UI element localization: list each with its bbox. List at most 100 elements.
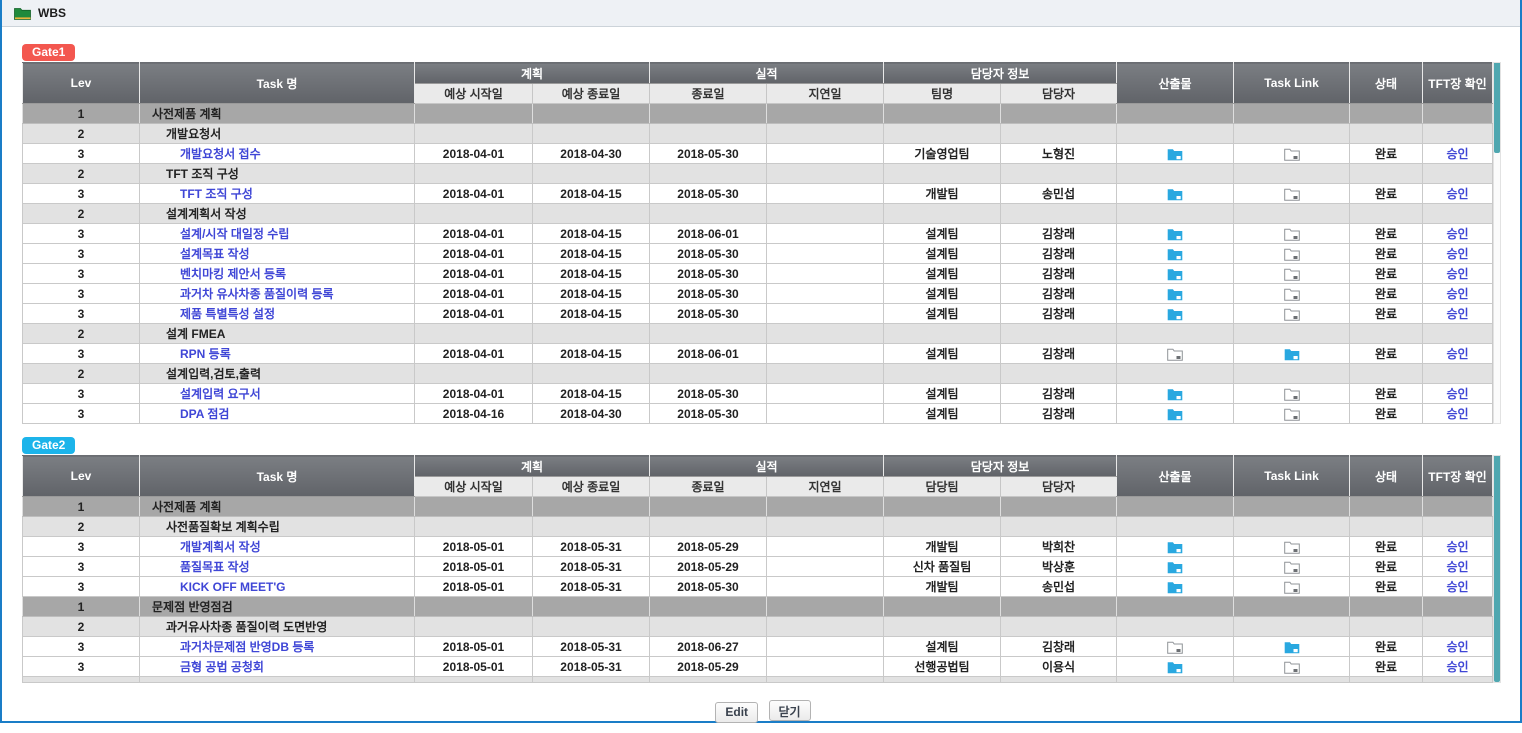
task-name-link[interactable]: 금형 공법 공청회 bbox=[180, 660, 264, 674]
task-link-folder-empty-icon[interactable] bbox=[1284, 661, 1300, 674]
status-cell bbox=[1350, 124, 1423, 144]
tft-confirm-link[interactable]: 승인 bbox=[1446, 560, 1468, 574]
lev-cell: 2 bbox=[23, 364, 140, 384]
task-link-folder-empty-icon[interactable] bbox=[1284, 541, 1300, 554]
task-name-link[interactable]: 제품 특별특성 설정 bbox=[180, 307, 275, 321]
task-link-folder-empty-icon[interactable] bbox=[1284, 228, 1300, 241]
task-link-folder-icon[interactable] bbox=[1284, 348, 1300, 361]
task-name-link[interactable]: 과거차문제점 반영DB 등록 bbox=[180, 640, 314, 654]
output-folder-empty-icon[interactable] bbox=[1167, 348, 1183, 361]
team-cell bbox=[884, 597, 1001, 617]
task-name-link[interactable]: 과거차 유사차종 품질이력 등록 bbox=[180, 287, 334, 301]
tft-confirm-link[interactable]: 승인 bbox=[1446, 147, 1468, 161]
tft-confirm-link[interactable]: 승인 bbox=[1446, 187, 1468, 201]
task-name-link[interactable]: 설계입력 요구서 bbox=[180, 387, 261, 401]
tft-confirm-link[interactable]: 승인 bbox=[1446, 640, 1468, 654]
scrollbar-thumb[interactable] bbox=[1494, 63, 1500, 153]
tft-confirm-link[interactable]: 승인 bbox=[1446, 407, 1468, 421]
output-folder-icon[interactable] bbox=[1167, 248, 1183, 261]
output-folder-icon[interactable] bbox=[1167, 268, 1183, 281]
tft-confirm-link[interactable]: 승인 bbox=[1446, 287, 1468, 301]
team-cell: 설계팀 bbox=[884, 264, 1001, 284]
output-folder-icon[interactable] bbox=[1167, 188, 1183, 201]
task-name-link[interactable]: 설계/시작 대일정 수립 bbox=[180, 227, 289, 241]
output-folder-icon[interactable] bbox=[1167, 308, 1183, 321]
task-link-folder-empty-icon[interactable] bbox=[1284, 308, 1300, 321]
status-cell bbox=[1350, 497, 1423, 517]
task-name-cell: KICK OFF MEET'G bbox=[140, 577, 415, 597]
task-name-link[interactable]: 품질목표 작성 bbox=[180, 560, 250, 574]
col-header-plan-end: 예상 종료일 bbox=[533, 84, 650, 104]
empty-cell bbox=[415, 677, 533, 683]
task-link-folder-empty-icon[interactable] bbox=[1284, 408, 1300, 421]
task-name-cell: 설계 FMEA bbox=[140, 324, 415, 344]
output-folder-icon[interactable] bbox=[1167, 661, 1183, 674]
delay-cell bbox=[767, 324, 884, 344]
task-link-folder-empty-icon[interactable] bbox=[1284, 248, 1300, 261]
tft-confirm-link[interactable]: 승인 bbox=[1446, 267, 1468, 281]
output-cell bbox=[1117, 657, 1234, 677]
delay-cell bbox=[767, 144, 884, 164]
output-folder-icon[interactable] bbox=[1167, 228, 1183, 241]
task-name-cell: 개발요청서 접수 bbox=[140, 144, 415, 164]
tft-confirm-link[interactable]: 승인 bbox=[1446, 307, 1468, 321]
delay-cell bbox=[767, 124, 884, 144]
task-name-link[interactable]: TFT 조직 구성 bbox=[180, 187, 253, 201]
vertical-scrollbar[interactable] bbox=[1493, 455, 1501, 683]
output-folder-icon[interactable] bbox=[1167, 288, 1183, 301]
output-folder-icon[interactable] bbox=[1167, 148, 1183, 161]
close-button[interactable]: 닫기 bbox=[769, 700, 811, 721]
tft-confirm-link[interactable]: 승인 bbox=[1446, 660, 1468, 674]
task-name-link[interactable]: KICK OFF MEET'G bbox=[180, 580, 286, 594]
tft-confirm-link[interactable]: 승인 bbox=[1446, 580, 1468, 594]
tft-confirm-link[interactable]: 승인 bbox=[1446, 540, 1468, 554]
status-cell bbox=[1350, 324, 1423, 344]
task-name-link[interactable]: 개발계획서 작성 bbox=[180, 540, 261, 554]
task-link-cell bbox=[1234, 404, 1350, 424]
task-link-folder-empty-icon[interactable] bbox=[1284, 288, 1300, 301]
task-link-folder-empty-icon[interactable] bbox=[1284, 561, 1300, 574]
plan-start-cell: 2018-04-01 bbox=[415, 264, 533, 284]
tft-confirm-link[interactable]: 승인 bbox=[1446, 347, 1468, 361]
task-name-link[interactable]: 개발요청서 접수 bbox=[180, 147, 261, 161]
plan-start-cell bbox=[415, 204, 533, 224]
task-link-cell bbox=[1234, 364, 1350, 384]
output-folder-empty-icon[interactable] bbox=[1167, 641, 1183, 654]
task-name-link[interactable]: RPN 등록 bbox=[180, 347, 231, 361]
output-folder-icon[interactable] bbox=[1167, 561, 1183, 574]
scrollbar-thumb[interactable] bbox=[1494, 456, 1500, 682]
task-name-link[interactable]: 설계목표 작성 bbox=[180, 247, 250, 261]
output-cell bbox=[1117, 204, 1234, 224]
tft-confirm-cell: 승인 bbox=[1423, 244, 1493, 264]
task-link-folder-empty-icon[interactable] bbox=[1284, 581, 1300, 594]
person-cell: 박희찬 bbox=[1001, 537, 1117, 557]
delay-cell bbox=[767, 637, 884, 657]
task-name-cell: 과거차 유사차종 품질이력 등록 bbox=[140, 284, 415, 304]
task-link-folder-empty-icon[interactable] bbox=[1284, 188, 1300, 201]
task-name-link[interactable]: DPA 점검 bbox=[180, 407, 229, 421]
task-link-folder-empty-icon[interactable] bbox=[1284, 148, 1300, 161]
actual-end-cell: 2018-05-30 bbox=[650, 244, 767, 264]
tft-confirm-link[interactable]: 승인 bbox=[1446, 387, 1468, 401]
lev-cell: 3 bbox=[23, 284, 140, 304]
tft-confirm-link[interactable]: 승인 bbox=[1446, 247, 1468, 261]
task-link-folder-empty-icon[interactable] bbox=[1284, 388, 1300, 401]
output-folder-icon[interactable] bbox=[1167, 581, 1183, 594]
output-folder-icon[interactable] bbox=[1167, 408, 1183, 421]
edit-button[interactable]: Edit bbox=[715, 702, 758, 723]
actual-end-cell bbox=[650, 124, 767, 144]
tft-confirm-cell: 승인 bbox=[1423, 557, 1493, 577]
task-name-link[interactable]: 벤치마킹 제안서 등록 bbox=[180, 267, 286, 281]
col-header-task-link: Task Link bbox=[1234, 456, 1350, 497]
task-link-folder-icon[interactable] bbox=[1284, 641, 1300, 654]
delay-cell bbox=[767, 164, 884, 184]
tft-confirm-link[interactable]: 승인 bbox=[1446, 227, 1468, 241]
plan-start-cell: 2018-04-01 bbox=[415, 284, 533, 304]
empty-cell bbox=[533, 677, 650, 683]
output-folder-icon[interactable] bbox=[1167, 388, 1183, 401]
vertical-scrollbar[interactable] bbox=[1493, 62, 1501, 424]
tft-confirm-cell bbox=[1423, 104, 1493, 124]
tft-confirm-cell: 승인 bbox=[1423, 384, 1493, 404]
task-link-folder-empty-icon[interactable] bbox=[1284, 268, 1300, 281]
output-folder-icon[interactable] bbox=[1167, 541, 1183, 554]
